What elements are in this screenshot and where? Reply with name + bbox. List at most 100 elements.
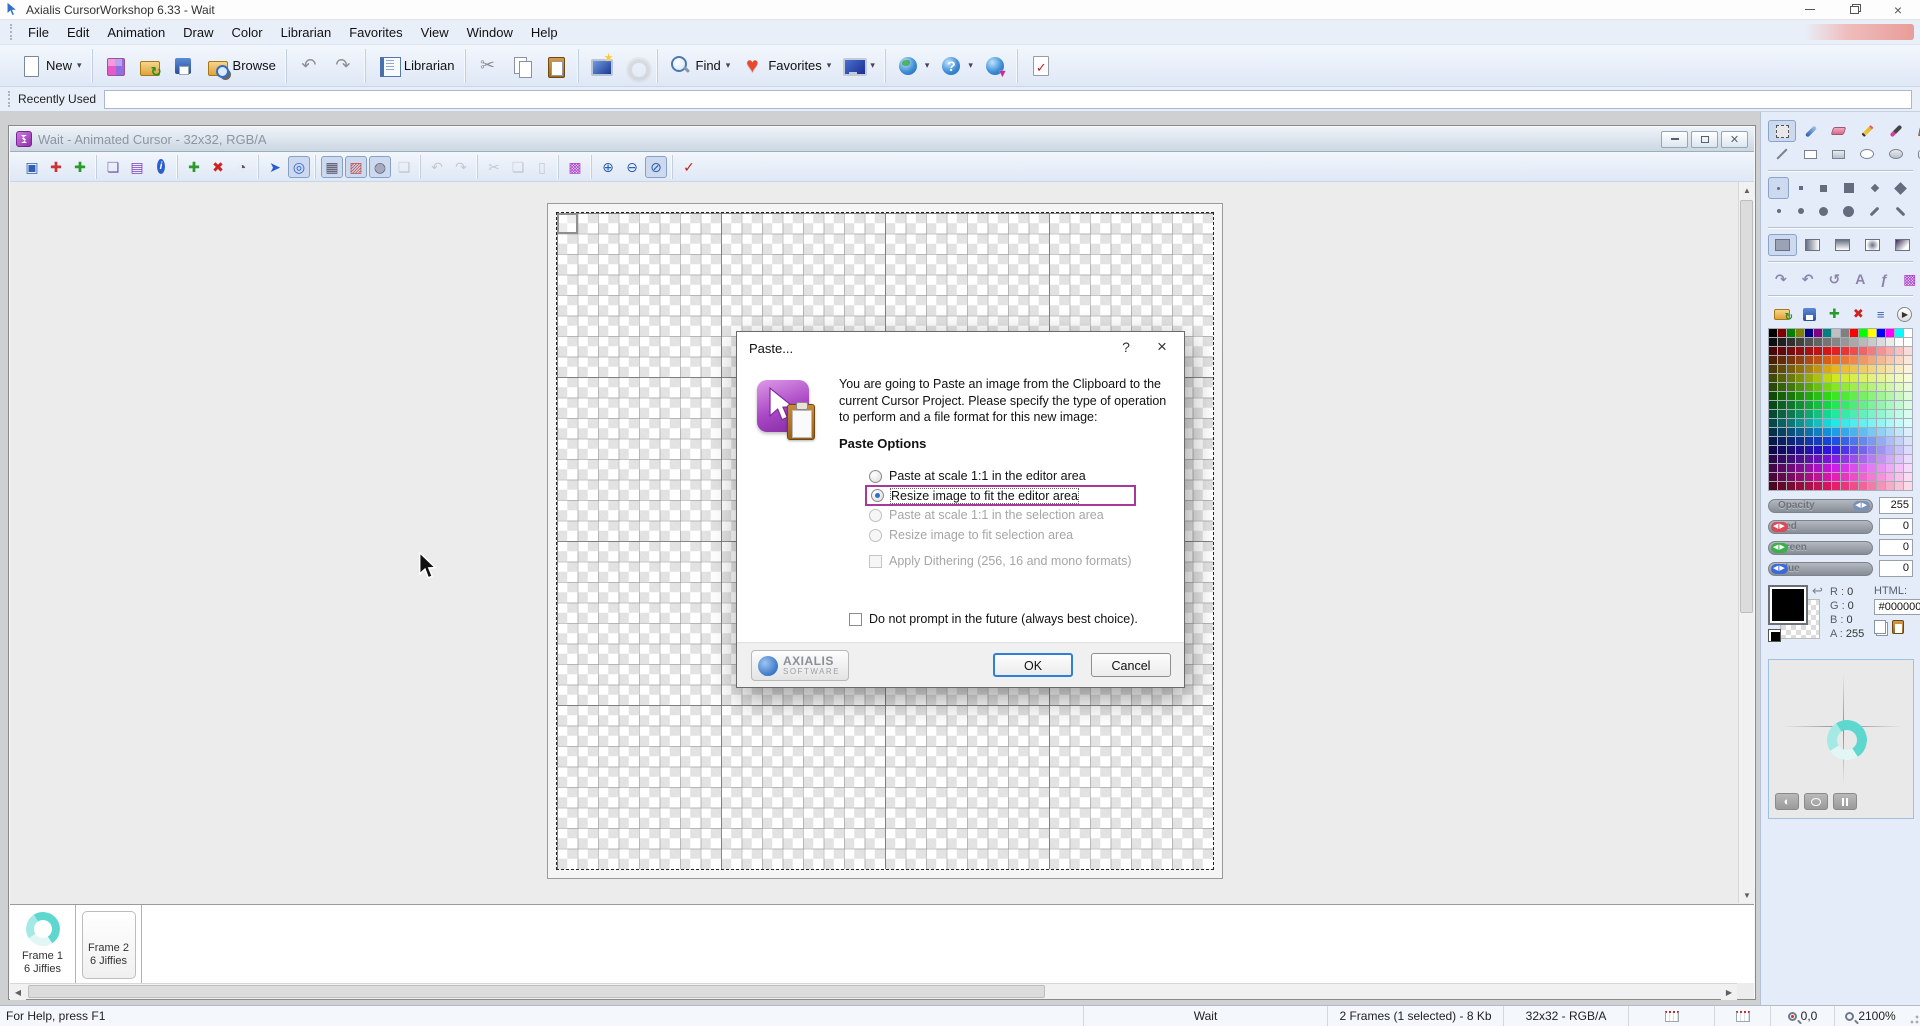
html-color-value[interactable]: #000000 xyxy=(1874,599,1920,615)
brush-size-12[interactable] xyxy=(1888,200,1913,222)
menu-draw[interactable]: Draw xyxy=(175,22,221,43)
palette-color[interactable] xyxy=(1787,419,1795,427)
palette-color[interactable] xyxy=(1841,338,1849,346)
palette-color[interactable] xyxy=(1859,329,1867,337)
palette-color[interactable] xyxy=(1841,374,1849,382)
palette-color[interactable] xyxy=(1787,455,1795,463)
palette-color[interactable] xyxy=(1877,446,1885,454)
palette-color[interactable] xyxy=(1805,473,1813,481)
radio-button[interactable] xyxy=(871,489,884,502)
palette-color[interactable] xyxy=(1796,338,1804,346)
brush-size-10[interactable] xyxy=(1836,200,1861,222)
red-slider[interactable]: Red◀▶ xyxy=(1768,520,1873,534)
palette-color[interactable] xyxy=(1823,356,1831,364)
palette-menu-button[interactable]: ▶ xyxy=(1891,302,1918,326)
palette-color[interactable] xyxy=(1868,482,1876,490)
toggle-smooth-button[interactable]: ◍ xyxy=(369,156,391,178)
open-palette-button[interactable] xyxy=(1768,302,1796,326)
menu-favorites[interactable]: Favorites xyxy=(341,22,410,43)
palette-color[interactable] xyxy=(1877,365,1885,373)
flip-rotate-button[interactable]: ↷ xyxy=(1768,268,1794,290)
palette-color[interactable] xyxy=(1787,428,1795,436)
palette-color[interactable] xyxy=(1841,437,1849,445)
duplicate-frame-button[interactable]: ✚ xyxy=(69,156,91,178)
palette-color[interactable] xyxy=(1895,419,1903,427)
green-slider-arrows[interactable]: ◀▶ xyxy=(1771,543,1788,553)
doc-minimize-button[interactable] xyxy=(1661,131,1688,148)
brush-size-7[interactable] xyxy=(1768,200,1789,222)
palette-color[interactable] xyxy=(1868,428,1876,436)
palette-color[interactable] xyxy=(1814,464,1822,472)
palette-color[interactable] xyxy=(1769,410,1777,418)
palette-color[interactable] xyxy=(1886,383,1894,391)
palette-color[interactable] xyxy=(1886,455,1894,463)
palette-color[interactable] xyxy=(1877,437,1885,445)
ellipse-tool[interactable] xyxy=(1853,143,1881,165)
palette-color[interactable] xyxy=(1805,365,1813,373)
vscroll-track[interactable] xyxy=(1739,198,1754,887)
palette-color[interactable] xyxy=(1787,392,1795,400)
recently-used-input[interactable] xyxy=(104,90,1912,109)
menu-file[interactable]: File xyxy=(20,22,57,43)
mouse-test-button[interactable] xyxy=(1804,793,1828,810)
palette-color[interactable] xyxy=(1868,329,1876,337)
palette-color[interactable] xyxy=(1886,329,1894,337)
green-slider[interactable]: Green◀▶ xyxy=(1768,541,1873,555)
palette-color[interactable] xyxy=(1850,329,1858,337)
palette-color[interactable] xyxy=(1877,392,1885,400)
axialis-logo-button[interactable]: AXIALIS SOFTWARE xyxy=(751,650,849,681)
palette-color[interactable] xyxy=(1787,383,1795,391)
palette-color[interactable] xyxy=(1787,347,1795,355)
palette-color[interactable] xyxy=(1868,455,1876,463)
palette-color[interactable] xyxy=(1886,473,1894,481)
palette-color[interactable] xyxy=(1814,482,1822,490)
palette-color[interactable] xyxy=(1796,347,1804,355)
palette-color[interactable] xyxy=(1805,410,1813,418)
menu-color[interactable]: Color xyxy=(224,22,271,43)
background-color-swatch[interactable] xyxy=(1768,629,1781,642)
palette-color[interactable] xyxy=(1868,410,1876,418)
palette-color[interactable] xyxy=(1904,464,1912,472)
menu-librarian[interactable]: Librarian xyxy=(273,22,340,43)
cancel-button[interactable]: Cancel xyxy=(1091,653,1171,677)
cut-button[interactable]: ✂ xyxy=(483,156,505,178)
palette-color[interactable] xyxy=(1895,464,1903,472)
palette-color[interactable] xyxy=(1859,446,1867,454)
submit-button[interactable] xyxy=(1023,51,1057,81)
palette-color[interactable] xyxy=(1868,419,1876,427)
palette-color[interactable] xyxy=(1886,437,1894,445)
palette-color[interactable] xyxy=(1877,464,1885,472)
palette-color[interactable] xyxy=(1814,455,1822,463)
document-title-bar[interactable]: Wait - Animated Cursor - 32x32, RGB/A ✕ xyxy=(10,127,1754,152)
palette-color[interactable] xyxy=(1805,419,1813,427)
minimize-button[interactable] xyxy=(1788,0,1832,19)
palette-color[interactable] xyxy=(1904,338,1912,346)
palette-color[interactable] xyxy=(1814,356,1822,364)
red-slider-arrows[interactable]: ◀▶ xyxy=(1771,522,1788,532)
palette-color[interactable] xyxy=(1778,437,1786,445)
fill-bucket-tool[interactable] xyxy=(1911,120,1920,142)
palette-color[interactable] xyxy=(1850,446,1858,454)
palette-color[interactable] xyxy=(1769,428,1777,436)
paste-option-3[interactable]: Paste at scale 1:1 in the selection area xyxy=(865,505,1136,525)
palette-color[interactable] xyxy=(1787,401,1795,409)
selected-frame-tile[interactable]: Frame 26 Jiffies xyxy=(82,911,136,979)
opacity-slider[interactable]: Opacity◀▶ xyxy=(1768,499,1873,513)
palette-color[interactable] xyxy=(1877,410,1885,418)
palette-color[interactable] xyxy=(1796,446,1804,454)
palette-color[interactable] xyxy=(1841,473,1849,481)
palette-color[interactable] xyxy=(1769,392,1777,400)
palette-color[interactable] xyxy=(1841,356,1849,364)
palette-color[interactable] xyxy=(1787,356,1795,364)
palette-color[interactable] xyxy=(1877,356,1885,364)
close-button[interactable]: × xyxy=(1876,0,1920,19)
palette-color[interactable] xyxy=(1895,437,1903,445)
add-color-button[interactable]: ✚ xyxy=(1823,302,1846,326)
brush-size-2[interactable] xyxy=(1790,177,1811,199)
palette-color[interactable] xyxy=(1850,392,1858,400)
palette-color[interactable] xyxy=(1796,473,1804,481)
palette-color[interactable] xyxy=(1814,446,1822,454)
palette-color[interactable] xyxy=(1877,428,1885,436)
palette-color[interactable] xyxy=(1868,437,1876,445)
help-button[interactable]: ▾ xyxy=(934,51,978,81)
